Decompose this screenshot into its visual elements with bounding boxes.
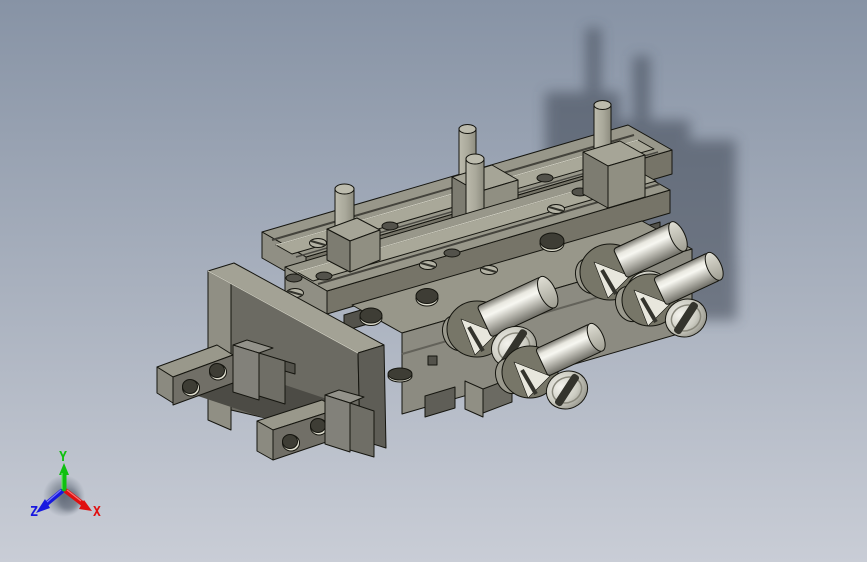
arm2-hole-1 [282,434,298,449]
body-front-notch [427,355,438,366]
orientation-triad[interactable]: X Y Z [30,450,101,520]
body-hole-1 [359,307,383,324]
arm1-hole-1 [182,379,198,394]
cad-canvas[interactable]: X Y Z [0,0,867,562]
arm1-hole-2 [209,363,225,378]
axis-label-y: Y [59,450,67,465]
assembly-model[interactable] [156,100,727,461]
axis-label-z: Z [30,505,38,520]
front-rail-hole [285,273,303,283]
body-front-slot [387,367,413,381]
axis-label-x: X [93,505,101,520]
front-rail-slot-2 [443,248,461,258]
body-hole-2 [415,288,439,304]
arm2-hole-2 [310,418,326,433]
pin-block-left[interactable] [326,183,381,273]
back-rail-slot-2 [536,173,554,183]
back-rail-slot [381,221,399,231]
cad-viewport[interactable]: X Y Z [0,0,867,562]
body-hole-3 [539,232,565,250]
front-rail-slot [315,271,333,281]
